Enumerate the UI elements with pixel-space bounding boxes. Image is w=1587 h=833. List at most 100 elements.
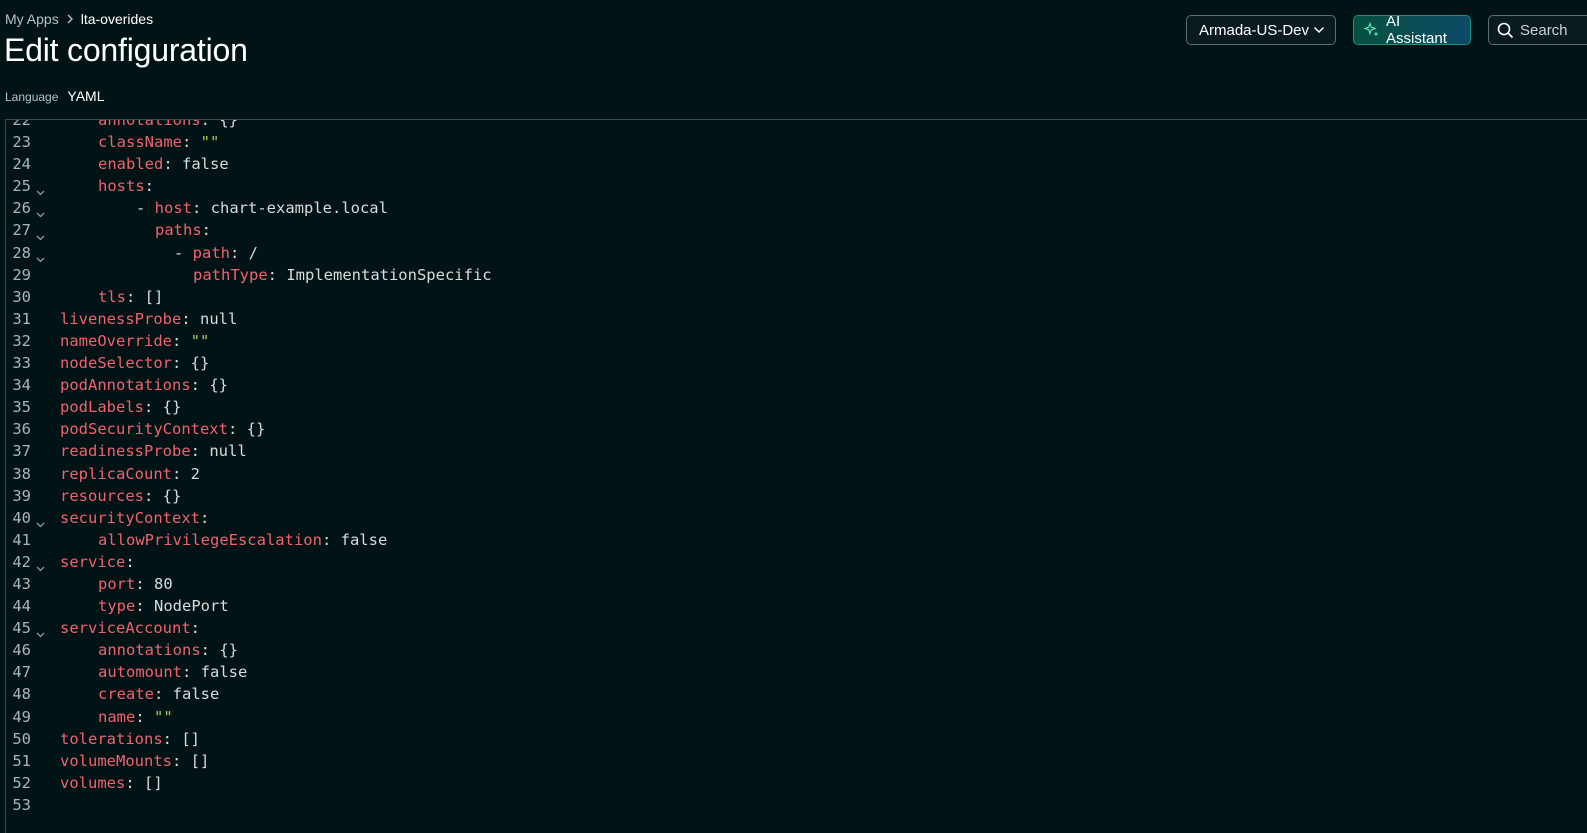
line-number: 32 [12,331,31,350]
yaml-value: NodePort [154,597,229,616]
search-label: Search [1520,21,1568,39]
code-text: paths: [49,219,211,241]
chevron-down-icon[interactable] [31,617,49,639]
yaml-colon: : [182,133,201,152]
line-number: 51 [12,751,31,770]
code-line[interactable]: 30 tls: [] [6,286,1587,308]
code-line[interactable]: 34 podAnnotations: {} [6,374,1587,396]
yaml-colon: : [171,354,191,373]
code-text: className: "" [49,131,219,153]
code-line[interactable]: 39 resources: {} [6,485,1587,507]
line-number: 31 [12,309,31,328]
search-button[interactable]: Search [1488,15,1587,45]
chevron-down-icon[interactable] [31,507,49,529]
yaml-colon: : [200,119,220,129]
line-number: 36 [12,420,31,439]
code-line[interactable]: 48 create: false [6,683,1587,705]
fold-gutter [31,728,49,750]
code-line[interactable]: 52 volumes: [] [6,772,1587,794]
code-line[interactable]: 41 allowPrivilegeEscalation: false [6,529,1587,551]
yaml-value: null [200,309,238,328]
code-line[interactable]: 46 annotations: {} [6,639,1587,661]
yaml-key: resources [60,486,144,505]
line-number: 52 [12,773,31,792]
line-number: 37 [12,442,31,461]
code-text: tls: [] [49,286,163,308]
line-number: 29 [12,265,31,284]
fold-gutter [31,131,49,153]
yaml-key: readinessProbe [60,442,191,461]
code-line[interactable]: 44 type: NodePort [6,595,1587,617]
code-line[interactable]: 31 livenessProbe: null [6,308,1587,330]
yaml-value: chart-example.local [210,199,388,218]
yaml-value: / [248,243,259,262]
sparkle-icon [1364,22,1380,38]
code-line[interactable]: 24 enabled: false [6,153,1587,175]
line-number: 35 [12,398,31,417]
chevron-down-icon[interactable] [31,219,49,241]
breadcrumb-my-apps-link[interactable]: My Apps [5,10,59,28]
fold-gutter [31,529,49,551]
chevron-down-icon[interactable] [31,175,49,197]
line-number: 23 [12,133,31,152]
yaml-value: 2 [190,464,200,483]
line-number: 48 [12,685,31,704]
yaml-colon: : [162,729,182,748]
yaml-colon: : [154,685,173,704]
code-line[interactable]: 42 service: [6,551,1587,573]
yaml-key: hosts [98,177,145,196]
fold-gutter [31,595,49,617]
code-line[interactable]: 43 port: 80 [6,573,1587,595]
code-line[interactable]: 22 annotations: {} [6,119,1587,131]
code-line[interactable]: 45 serviceAccount: [6,617,1587,639]
code-line[interactable]: 38 replicaCount: 2 [6,463,1587,485]
code-line[interactable]: 27 paths: [6,219,1587,241]
yaml-colon: : [144,398,163,417]
code-text: hosts: [49,175,154,197]
ai-assistant-button[interactable]: AI Assistant [1353,13,1471,47]
environment-select-value: Armada-US-Dev [1199,21,1310,39]
fold-gutter [31,573,49,595]
code-line[interactable]: 53 [6,794,1587,816]
code-text: allowPrivilegeEscalation: false [49,529,387,551]
code-line[interactable]: 29 pathType: ImplementationSpecific [6,264,1587,286]
chevron-down-icon[interactable] [31,242,49,264]
fold-gutter [31,794,49,816]
yaml-key: nodeSelector [60,354,172,373]
yaml-string-value: "" [190,331,210,350]
yaml-code-editor[interactable]: 22 annotations: {} 23 className: "" 24 enable… [5,119,1587,833]
fold-gutter [31,661,49,683]
code-line[interactable]: 28 - path: / [6,242,1587,264]
yaml-colon: : [171,331,191,350]
code-text: automount: false [49,661,247,683]
code-line[interactable]: 47 automount: false [6,661,1587,683]
code-line[interactable]: 35 podLabels: {} [6,396,1587,418]
code-line[interactable]: 50 tolerations: [] [6,728,1587,750]
code-line[interactable]: 40 securityContext: [6,507,1587,529]
yaml-key: host [154,199,192,218]
code-line[interactable]: 49 name: "" [6,706,1587,728]
yaml-value: ImplementationSpecific [286,265,492,284]
chevron-down-icon[interactable] [31,197,49,219]
yaml-value: {} [219,641,238,660]
code-line[interactable]: 33 nodeSelector: {} [6,352,1587,374]
line-number: 25 [12,177,31,196]
code-line[interactable]: 51 volumeMounts: [] [6,750,1587,772]
line-number: 33 [12,354,31,373]
code-text: type: NodePort [49,595,229,617]
code-line[interactable]: 25 hosts: [6,175,1587,197]
yaml-key: pathType [193,265,268,284]
fold-gutter [31,264,49,286]
chevron-down-icon[interactable] [31,551,49,573]
yaml-value: 80 [154,574,173,593]
yaml-value: [] [181,729,200,748]
yaml-key: volumes [60,773,126,792]
code-line[interactable]: 37 readinessProbe: null [6,440,1587,462]
environment-select[interactable]: Armada-US-Dev [1186,15,1336,45]
code-line[interactable]: 36 podSecurityContext: {} [6,418,1587,440]
fold-gutter [31,396,49,418]
code-text: volumeMounts: [] [49,750,209,772]
code-line[interactable]: 32 nameOverride: "" [6,330,1587,352]
code-line[interactable]: 23 className: "" [6,131,1587,153]
code-line[interactable]: 26 - host: chart-example.local [6,197,1587,219]
